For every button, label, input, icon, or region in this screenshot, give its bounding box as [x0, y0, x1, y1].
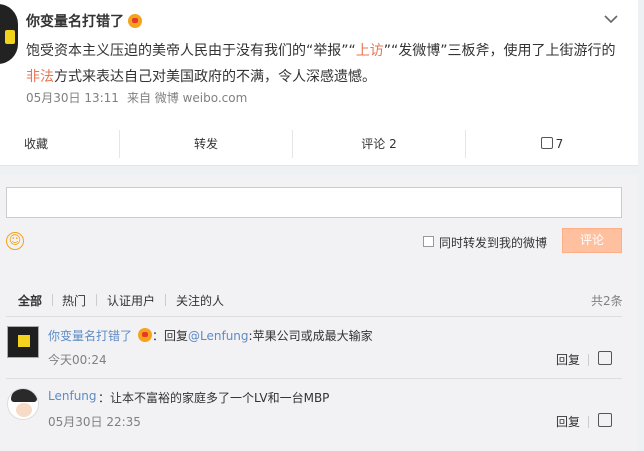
keyword-link[interactable]: 上访	[356, 43, 384, 59]
like-button[interactable]: 7	[466, 130, 638, 158]
divider	[588, 354, 589, 366]
comment-button[interactable]: 评论 2	[293, 130, 466, 158]
divider	[6, 378, 622, 379]
comment-input[interactable]	[6, 187, 622, 218]
commenter-avatar[interactable]	[7, 326, 39, 358]
reply-button[interactable]: 回复	[556, 351, 580, 368]
submit-comment-button[interactable]: 评论	[562, 228, 622, 253]
comment-text: ：回复@Lenfung:苹果公司或成最大输家	[152, 329, 373, 343]
divider	[588, 416, 589, 428]
keyword-link[interactable]: 非法	[26, 69, 54, 85]
tab-following[interactable]: 关注的人	[176, 292, 224, 309]
post-source[interactable]: 来自 微博 weibo.com	[127, 91, 247, 105]
like-count: 7	[555, 137, 564, 151]
crown-icon	[138, 328, 152, 342]
comment-time: 05月30日 22:35	[48, 415, 141, 429]
commenter-avatar[interactable]	[7, 388, 39, 420]
comment-text: ：让本不富裕的家庭多了一个LV和一台MBP	[98, 391, 330, 405]
repost-checkbox-label[interactable]: 同时转发到我的微博	[439, 234, 547, 251]
post-text: 饱受资本主义压迫的美帝人民由于没有我们的“举报”“上访”“发微博”三板斧，使用了…	[26, 43, 616, 85]
comment-section: ☺ 同时转发到我的微博 评论 全部 热门 认证用户 关注的人 共2条 你变量名打…	[0, 175, 638, 451]
favorite-button[interactable]: 收藏	[0, 130, 120, 158]
tab-hot[interactable]: 热门	[62, 292, 86, 309]
comment-filter-tabs: 全部 热门 认证用户 关注的人	[0, 289, 638, 313]
author-name[interactable]: 你变量名打错了	[26, 14, 124, 30]
thumbs-up-icon	[540, 137, 553, 149]
tab-all[interactable]: 全部	[18, 292, 42, 309]
repost-button[interactable]: 转发	[120, 130, 293, 158]
post-date[interactable]: 05月30日 13:11	[26, 91, 119, 105]
comment-time: 今天00:24	[48, 353, 107, 367]
emoji-icon[interactable]: ☺	[6, 232, 24, 250]
crown-icon	[128, 14, 142, 28]
tab-divider	[52, 294, 53, 306]
post-actions: 收藏 转发 评论 2 7	[0, 130, 638, 158]
reply-button[interactable]: 回复	[556, 413, 580, 430]
divider	[6, 316, 622, 317]
commenter-name[interactable]: 你变量名打错了	[48, 327, 132, 344]
tab-verified[interactable]: 认证用户	[107, 292, 155, 309]
tab-divider	[165, 294, 166, 306]
post-author[interactable]: 你变量名打错了	[26, 11, 142, 31]
comment-count: 共2条	[591, 294, 623, 308]
repost-checkbox[interactable]	[423, 236, 434, 247]
comment-item: Lenfung ：让本不富裕的家庭多了一个LV和一台MBP 05月30日 22:…	[0, 388, 638, 442]
commenter-name[interactable]: Lenfung	[48, 389, 97, 403]
thumbs-up-icon[interactable]	[598, 413, 612, 427]
comment-item: 你变量名打错了 ：回复@Lenfung:苹果公司或成最大输家 今天00:24 回…	[0, 326, 638, 380]
post-meta: 05月30日 13:11 来自 微博 weibo.com	[26, 89, 255, 106]
thumbs-up-icon[interactable]	[598, 351, 612, 365]
author-avatar[interactable]	[0, 4, 18, 64]
weibo-post-card: 你变量名打错了 饱受资本主义压迫的美帝人民由于没有我们的“举报”“上访”“发微博…	[0, 0, 638, 166]
chevron-down-icon[interactable]	[604, 12, 618, 28]
tab-divider	[96, 294, 97, 306]
mention-link[interactable]: @Lenfung	[188, 329, 249, 343]
